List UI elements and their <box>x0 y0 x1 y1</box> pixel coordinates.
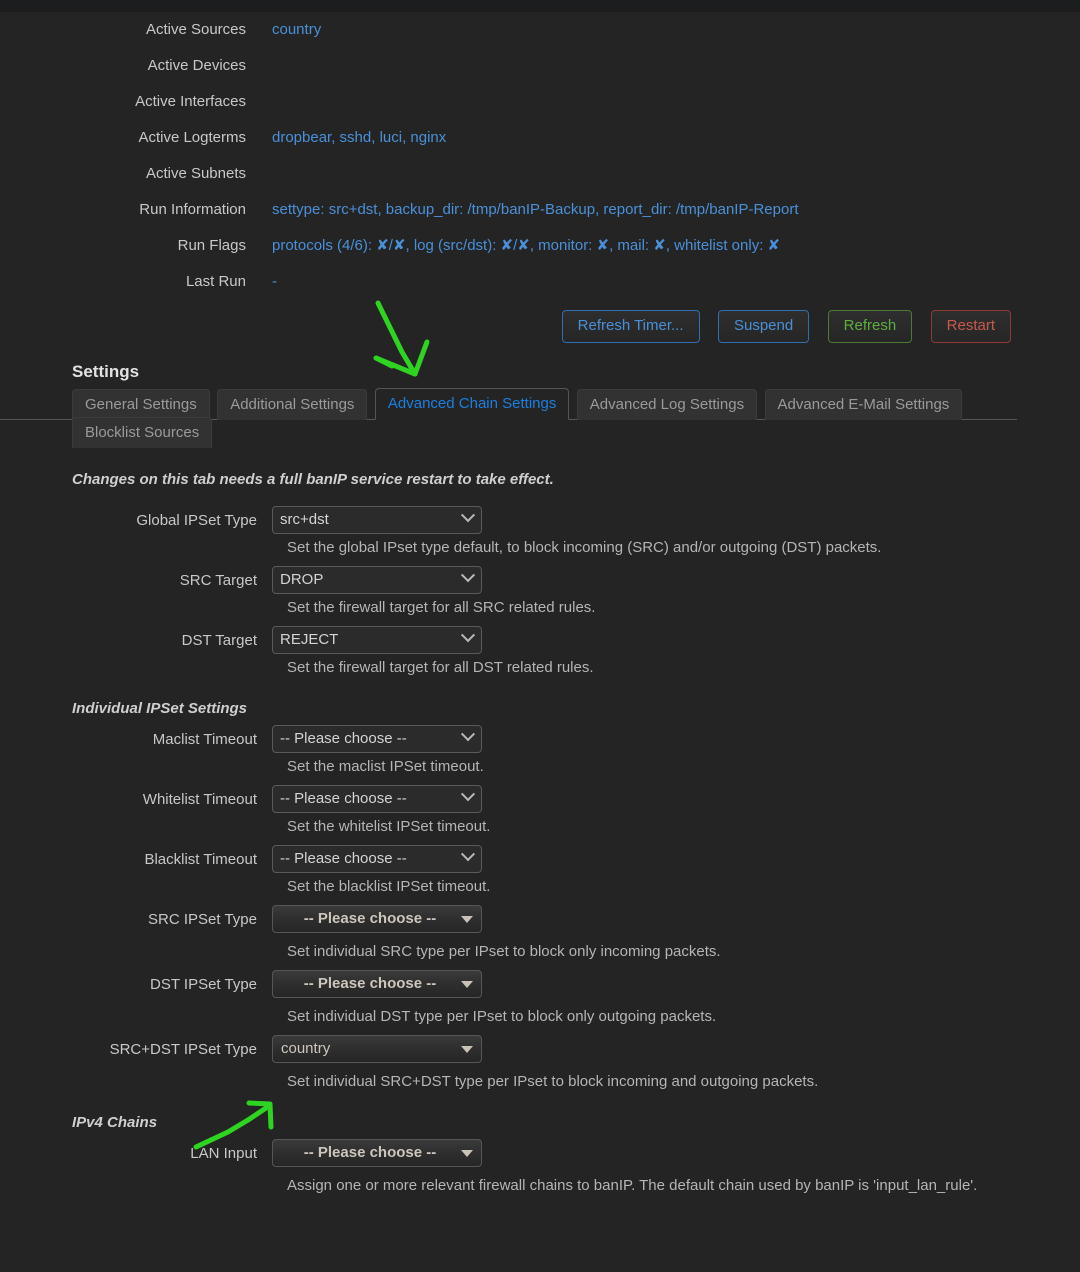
browser-chrome-bar <box>0 0 1080 12</box>
caret-down-icon <box>461 916 473 923</box>
status-value: - <box>272 273 277 290</box>
caret-down-icon <box>461 981 473 988</box>
dst-target-select[interactable]: REJECT <box>272 626 482 654</box>
status-label: Active Sources <box>145 21 246 38</box>
field-hint: Set the maclist IPSet timeout. <box>287 758 484 775</box>
field-label: Maclist Timeout <box>152 731 257 748</box>
status-value: protocols (4/6): ✘/✘, log (src/dst): ✘/✘… <box>272 237 781 254</box>
suspend-button[interactable]: Suspend <box>717 310 810 343</box>
select-wrapper: -- Please choose -- <box>272 725 482 753</box>
status-label: Active Logterms <box>138 129 246 146</box>
field-label: Whitelist Timeout <box>142 791 257 808</box>
field-hint: Set the blacklist IPSet timeout. <box>287 878 491 895</box>
status-row: Active Subnets <box>0 156 1017 192</box>
select-wrapper: DROP <box>272 566 482 594</box>
select-wrapper: REJECT <box>272 626 482 654</box>
dropdown-value: -- Please choose -- <box>303 975 437 992</box>
status-row: Active Sources country <box>0 12 1017 48</box>
tab-advanced-chain-settings[interactable]: Advanced Chain Settings <box>374 388 570 420</box>
src-ipset-type-dropdown[interactable]: -- Please choose -- <box>272 905 482 933</box>
status-row: Run Information settype: src+dst, backup… <box>0 192 1017 228</box>
select-wrapper: src+dst <box>272 506 482 534</box>
field-global-ipset-type: Global IPSet Type src+dst Set the global… <box>0 506 1080 558</box>
caret-down-icon <box>461 1046 473 1053</box>
tab-advanced-log-settings[interactable]: Advanced Log Settings <box>576 389 758 420</box>
status-value: dropbear, sshd, luci, nginx <box>272 129 447 146</box>
dst-ipset-type-dropdown[interactable]: -- Please choose -- <box>272 970 482 998</box>
lan-input-dropdown[interactable]: -- Please choose -- <box>272 1139 482 1167</box>
tab-advanced-email-settings[interactable]: Advanced E-Mail Settings <box>764 389 963 420</box>
field-hint: Set individual DST type per IPset to blo… <box>287 1008 717 1025</box>
settings-heading: Settings <box>72 362 140 381</box>
restart-button[interactable]: Restart <box>930 310 1011 343</box>
status-label: Last Run <box>185 273 246 290</box>
field-label: DST Target <box>181 632 257 649</box>
field-label: SRC Target <box>179 572 257 589</box>
field-hint: Set the whitelist IPSet timeout. <box>287 818 491 835</box>
tab-additional-settings[interactable]: Additional Settings <box>217 389 368 420</box>
dropdown-value: -- Please choose -- <box>303 910 437 927</box>
refresh-button[interactable]: Refresh <box>827 310 913 343</box>
status-label: Active Devices <box>147 57 246 74</box>
group-title-individual-ipset: Individual IPSet Settings <box>72 700 248 717</box>
maclist-timeout-select[interactable]: -- Please choose -- <box>272 725 482 753</box>
select-wrapper: -- Please choose -- <box>272 785 482 813</box>
status-row: Run Flags protocols (4/6): ✘/✘, log (src… <box>0 228 1017 264</box>
field-hint: Assign one or more relevant firewall cha… <box>287 1177 978 1194</box>
status-label: Active Interfaces <box>135 93 246 110</box>
field-label: Global IPSet Type <box>136 512 257 529</box>
action-button-bar: Refresh Timer... Suspend Refresh Restart <box>0 310 1017 344</box>
field-maclist-timeout: Maclist Timeout -- Please choose -- Set … <box>0 725 1080 777</box>
field-whitelist-timeout: Whitelist Timeout -- Please choose -- Se… <box>0 785 1080 837</box>
field-label: SRC+DST IPSet Type <box>109 1041 257 1058</box>
field-src-target: SRC Target DROP Set the firewall target … <box>0 566 1080 618</box>
field-srcdst-ipset-type: SRC+DST IPSet Type country Set individua… <box>0 1035 1080 1092</box>
field-hint: Set the global IPset type default, to bl… <box>287 539 882 556</box>
field-label: SRC IPSet Type <box>148 911 257 928</box>
field-lan-input: LAN Input -- Please choose -- Assign one… <box>0 1139 1080 1196</box>
select-wrapper: -- Please choose -- <box>272 845 482 873</box>
status-label: Run Information <box>139 201 246 218</box>
tab-blocklist-sources[interactable]: Blocklist Sources <box>72 417 213 448</box>
field-hint: Set individual SRC type per IPset to blo… <box>287 943 721 960</box>
field-dst-ipset-type: DST IPSet Type -- Please choose -- Set i… <box>0 970 1080 1027</box>
field-hint: Set individual SRC+DST type per IPset to… <box>287 1073 819 1090</box>
field-label: DST IPSet Type <box>150 976 257 993</box>
status-row: Active Devices <box>0 48 1017 84</box>
group-title-ipv4-chains: IPv4 Chains <box>72 1114 158 1131</box>
dropdown-value: country <box>281 1040 331 1057</box>
status-row: Active Interfaces <box>0 84 1017 120</box>
status-summary-table: Active Sources country Active Devices Ac… <box>0 12 1017 300</box>
banip-settings-page: Active Sources country Active Devices Ac… <box>0 12 1080 1204</box>
blacklist-timeout-select[interactable]: -- Please choose -- <box>272 845 482 873</box>
field-label: LAN Input <box>190 1145 257 1162</box>
caret-down-icon <box>461 1150 473 1157</box>
refresh-timer-button[interactable]: Refresh Timer... <box>561 310 700 343</box>
field-blacklist-timeout: Blacklist Timeout -- Please choose -- Se… <box>0 845 1080 897</box>
global-ipset-type-select[interactable]: src+dst <box>272 506 482 534</box>
whitelist-timeout-select[interactable]: -- Please choose -- <box>272 785 482 813</box>
status-label: Run Flags <box>177 237 246 254</box>
field-hint: Set the firewall target for all DST rela… <box>287 659 594 676</box>
field-label: Blacklist Timeout <box>144 851 257 868</box>
src-target-select[interactable]: DROP <box>272 566 482 594</box>
settings-tab-bar: General Settings Additional Settings Adv… <box>0 388 1017 448</box>
field-hint: Set the firewall target for all SRC rela… <box>287 599 596 616</box>
dropdown-value: -- Please choose -- <box>303 1144 437 1161</box>
field-src-ipset-type: SRC IPSet Type -- Please choose -- Set i… <box>0 905 1080 962</box>
restart-note: Changes on this tab needs a full banIP s… <box>72 471 554 488</box>
status-row: Last Run - <box>0 264 1017 300</box>
field-dst-target: DST Target REJECT Set the firewall targe… <box>0 626 1080 678</box>
tab-general-settings[interactable]: General Settings <box>72 389 210 420</box>
status-value: settype: src+dst, backup_dir: /tmp/banIP… <box>272 201 799 218</box>
status-label: Active Subnets <box>145 165 246 182</box>
status-row: Active Logterms dropbear, sshd, luci, ng… <box>0 120 1017 156</box>
status-value: country <box>272 21 322 38</box>
srcdst-ipset-type-dropdown[interactable]: country <box>272 1035 482 1063</box>
